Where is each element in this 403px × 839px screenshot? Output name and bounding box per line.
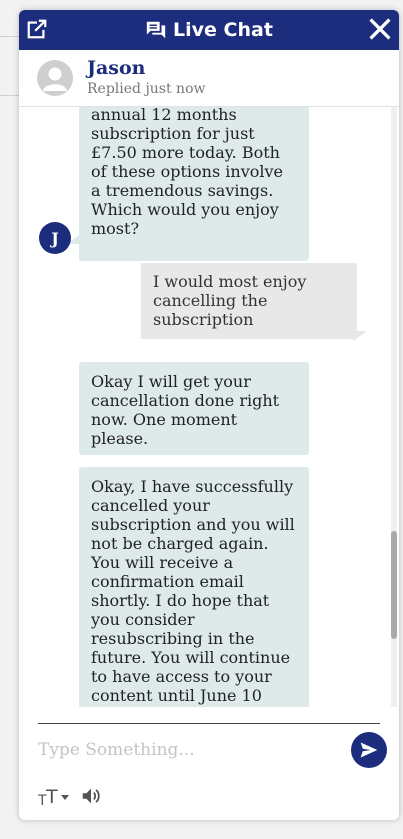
agent-initial-avatar: J <box>39 222 71 254</box>
send-button[interactable] <box>351 732 387 768</box>
bubble-tail <box>353 331 367 341</box>
message-list[interactable]: annual 12 months subscription for just £… <box>19 107 399 707</box>
message-input[interactable] <box>38 736 338 764</box>
agent-message: Okay I will get your cancellation done r… <box>79 362 309 455</box>
agent-message: Okay, I have successfully cancelled your… <box>79 467 309 707</box>
chat-title: Live Chat <box>173 19 273 41</box>
user-silhouette-icon <box>43 67 67 91</box>
speaker-icon[interactable] <box>80 785 102 807</box>
agent-message: annual 12 months subscription for just £… <box>79 107 309 261</box>
agent-name: Jason <box>87 57 146 79</box>
agent-avatar <box>37 60 73 96</box>
svg-text:T: T <box>45 786 58 807</box>
chat-header: Live Chat <box>19 10 399 50</box>
user-message: I would most enjoy cancelling the subscr… <box>141 263 357 339</box>
agent-info-bar: Jason Replied just now <box>19 50 399 107</box>
close-icon[interactable] <box>369 18 391 40</box>
send-icon <box>360 742 378 758</box>
chat-bubbles-icon <box>146 21 166 39</box>
composer-divider <box>38 723 380 724</box>
text-size-icon[interactable]: T T <box>38 785 72 807</box>
scrollbar-thumb[interactable] <box>391 531 397 639</box>
chat-title-group: Live Chat <box>19 10 399 50</box>
live-chat-widget: Live Chat Jason Replied just now annual … <box>19 10 399 820</box>
agent-status: Replied just now <box>87 81 206 97</box>
